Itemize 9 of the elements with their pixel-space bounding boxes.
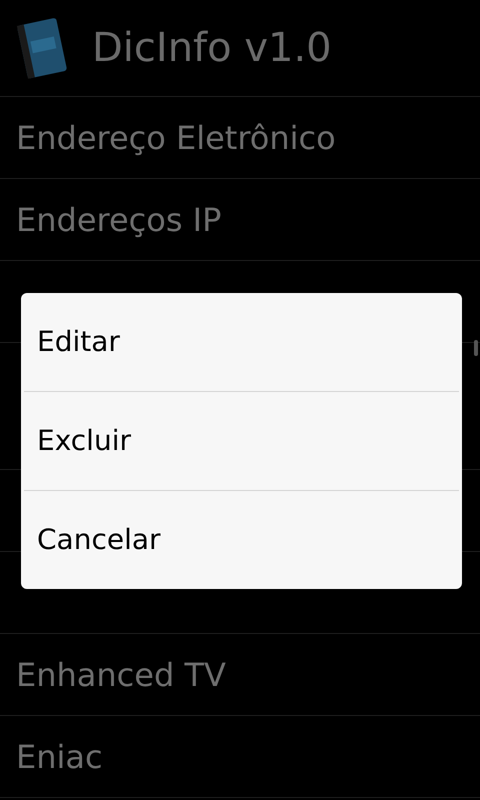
menu-item[interactable]: Cancelar xyxy=(24,491,459,589)
list-item[interactable]: Endereços IP xyxy=(16,196,222,244)
list-item[interactable]: Enhanced TV xyxy=(16,650,226,698)
list-item[interactable]: Eniac xyxy=(16,732,103,780)
menu-item[interactable]: Editar xyxy=(24,293,459,392)
menu-item[interactable]: Excluir xyxy=(24,392,459,491)
list-item[interactable]: Endereço Eletrônico xyxy=(16,114,336,162)
scrollbar-thumb xyxy=(474,340,478,356)
app-title: DicInfo v1.0 xyxy=(92,28,332,68)
